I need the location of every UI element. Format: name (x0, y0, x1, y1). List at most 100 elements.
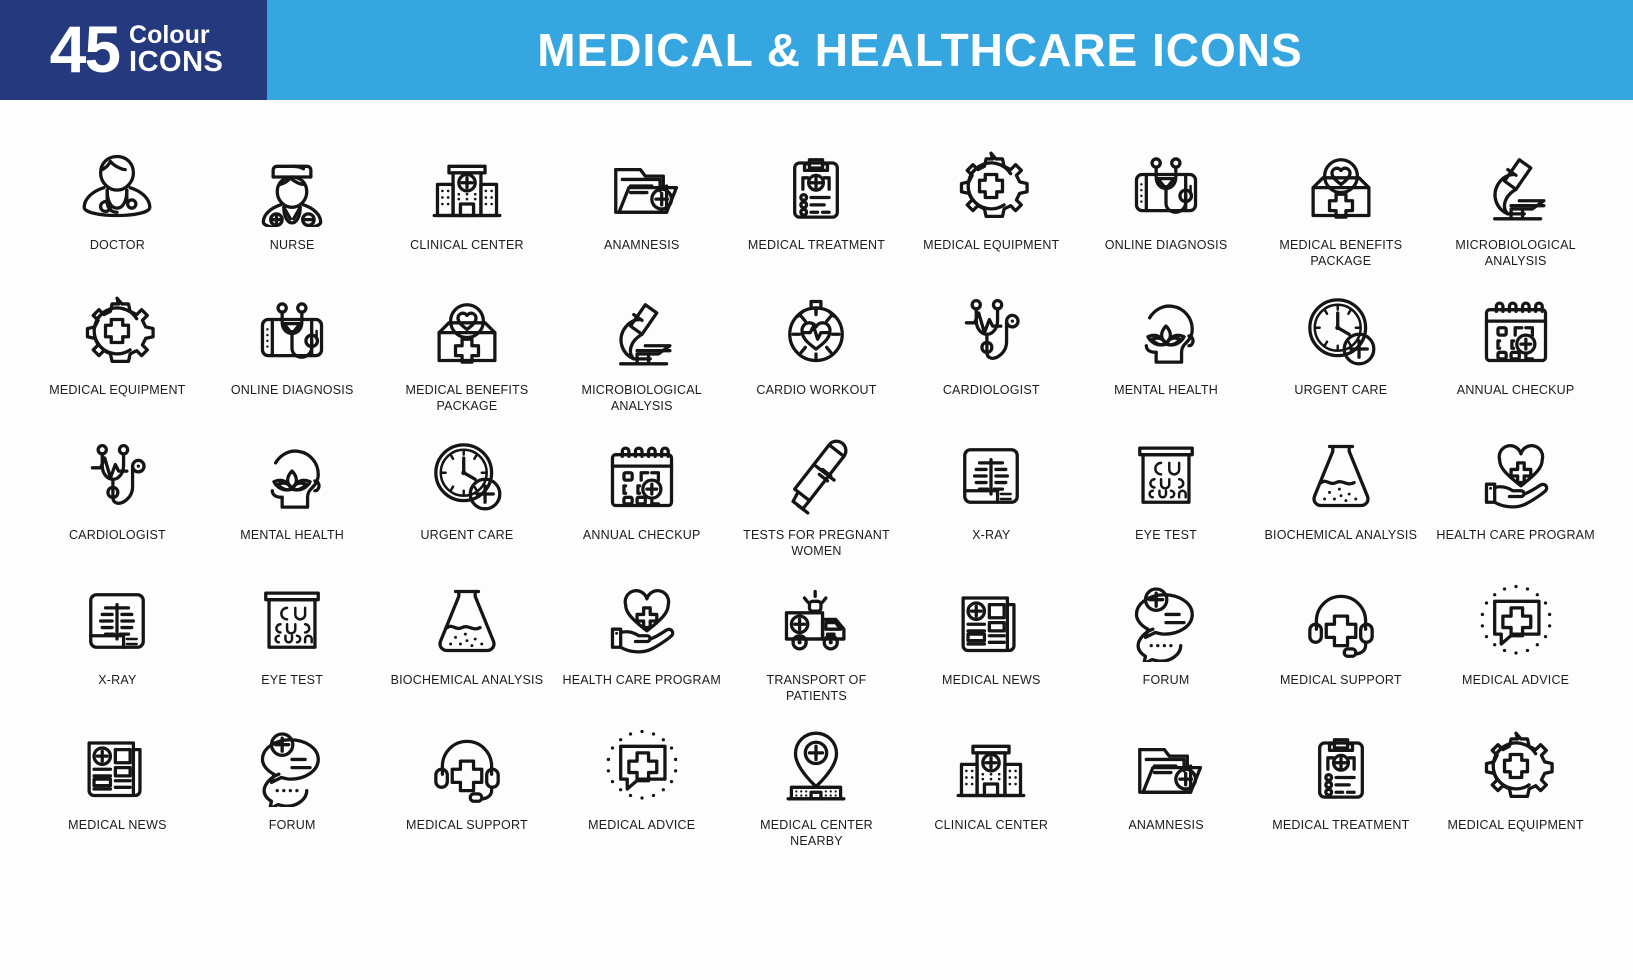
flask-icon (1295, 430, 1387, 522)
icon-label: ANAMNESIS (604, 238, 680, 252)
icon-label: CLINICAL CENTER (934, 818, 1049, 832)
icon-label: MEDICAL ADVICE (588, 818, 696, 832)
icon-label: HEALTH CARE PROGRAM (562, 673, 721, 687)
icon-cell[interactable]: CLINICAL CENTER (380, 140, 555, 285)
badge-icons-label: ICONS (129, 46, 224, 78)
icon-cell[interactable]: MEDICAL NEWS (30, 720, 205, 865)
stopwatch-heart-icon (770, 285, 862, 377)
headset-icon (1295, 575, 1387, 667)
icon-cell[interactable]: MEDICAL EQUIPMENT (30, 285, 205, 430)
icon-cell[interactable]: MICROBIOLOGICAL ANALYSIS (554, 285, 729, 430)
icon-cell[interactable]: URGENT CARE (380, 430, 555, 575)
icon-label: MEDICAL EQUIPMENT (1447, 818, 1584, 832)
badge-colour-label: Colour (129, 21, 210, 49)
eye-chart-icon (246, 575, 338, 667)
icon-sheet-page: 45 Colour ICONS MEDICAL & HEALTHCARE ICO… (0, 0, 1633, 980)
icon-cell[interactable]: MENTAL HEALTH (1079, 285, 1254, 430)
icon-label: BIOCHEMICAL ANALYSIS (390, 673, 544, 687)
icon-cell[interactable]: HEALTH CARE PROGRAM (554, 575, 729, 720)
icon-label: MEDICAL CENTER NEARBY (760, 818, 873, 848)
icon-cell[interactable]: EYE TEST (205, 575, 380, 720)
icon-cell[interactable]: MEDICAL EQUIPMENT (1428, 720, 1603, 865)
head-lotus-icon (246, 430, 338, 522)
icon-label: EYE TEST (1135, 528, 1197, 542)
icon-cell[interactable]: FORUM (1079, 575, 1254, 720)
icon-label: MEDICAL BENEFITS PACKAGE (405, 383, 529, 413)
icon-cell[interactable]: ANNUAL CHECKUP (1428, 285, 1603, 430)
icon-cell[interactable]: MEDICAL CENTER NEARBY (729, 720, 904, 865)
hospital-building-icon (421, 140, 513, 232)
icon-cell[interactable]: CLINICAL CENTER (904, 720, 1079, 865)
icon-label: CLINICAL CENTER (410, 238, 524, 252)
count-badge: 45 Colour ICONS (0, 0, 267, 100)
doctor-icon (71, 140, 163, 232)
icon-label: MENTAL HEALTH (240, 528, 345, 542)
flask-icon (421, 575, 513, 667)
phone-stethoscope-icon (1120, 140, 1212, 232)
icon-cell[interactable]: MEDICAL ADVICE (554, 720, 729, 865)
clipboard-checklist-icon (770, 140, 862, 232)
icon-cell[interactable]: MEDICAL TREATMENT (1253, 720, 1428, 865)
icon-cell[interactable]: DOCTOR (30, 140, 205, 285)
icon-cell[interactable]: ONLINE DIAGNOSIS (205, 285, 380, 430)
map-pin-hospital-icon (770, 720, 862, 812)
chat-cross-dotted-icon (1470, 575, 1562, 667)
clock-plus-icon (421, 430, 513, 522)
icon-label: ANNUAL CHECKUP (582, 528, 701, 542)
icon-cell[interactable]: HEALTH CARE PROGRAM (1428, 430, 1603, 575)
icon-cell[interactable]: MEDICAL SUPPORT (380, 720, 555, 865)
icon-cell[interactable]: TESTS FOR PREGNANT WOMEN (729, 430, 904, 575)
icon-label: DOCTOR (89, 238, 145, 252)
icon-cell[interactable]: MICROBIOLOGICAL ANALYSIS (1428, 140, 1603, 285)
icon-cell[interactable]: MEDICAL NEWS (904, 575, 1079, 720)
icon-cell[interactable]: MEDICAL SUPPORT (1253, 575, 1428, 720)
icon-cell[interactable]: URGENT CARE (1253, 285, 1428, 430)
icon-cell[interactable]: BIOCHEMICAL ANALYSIS (1253, 430, 1428, 575)
icon-cell[interactable]: EYE TEST (1079, 430, 1254, 575)
medical-folder-icon (596, 140, 688, 232)
icon-cell[interactable]: MEDICAL EQUIPMENT (904, 140, 1079, 285)
icon-cell[interactable]: ANAMNESIS (554, 140, 729, 285)
icon-label: URGENT CARE (1294, 383, 1388, 397)
hospital-building-icon (945, 720, 1037, 812)
icon-label: CARDIO WORKOUT (756, 383, 877, 397)
icon-cell[interactable]: CARDIOLOGIST (30, 430, 205, 575)
icon-label: MEDICAL SUPPORT (406, 818, 528, 832)
icon-grid: DOCTOR NURSE CLINICAL CENTER ANAMNESIS M… (0, 100, 1633, 885)
icon-cell[interactable]: BIOCHEMICAL ANALYSIS (380, 575, 555, 720)
icon-cell[interactable]: MEDICAL ADVICE (1428, 575, 1603, 720)
icon-label: MEDICAL TREATMENT (747, 238, 886, 252)
icon-label: CARDIOLOGIST (942, 383, 1040, 397)
icon-cell[interactable]: MEDICAL BENEFITS PACKAGE (1253, 140, 1428, 285)
icon-label: MEDICAL NEWS (942, 673, 1041, 687)
icon-cell[interactable]: CARDIO WORKOUT (729, 285, 904, 430)
icon-cell[interactable]: NURSE (205, 140, 380, 285)
hand-heart-cross-icon (596, 575, 688, 667)
icon-cell[interactable]: ANAMNESIS (1079, 720, 1254, 865)
pregnancy-test-icon (770, 430, 862, 522)
icon-label: HEALTH CARE PROGRAM (1436, 528, 1595, 542)
ambulance-icon (770, 575, 862, 667)
chat-bubbles-icon (1120, 575, 1212, 667)
icon-label: ANNUAL CHECKUP (1456, 383, 1575, 397)
icon-cell[interactable]: MENTAL HEALTH (205, 430, 380, 575)
icon-cell[interactable]: MEDICAL BENEFITS PACKAGE (380, 285, 555, 430)
icon-cell[interactable]: X-RAY (30, 575, 205, 720)
icon-cell[interactable]: X-RAY (904, 430, 1079, 575)
icon-cell[interactable]: ONLINE DIAGNOSIS (1079, 140, 1254, 285)
badge-words: Colour ICONS (129, 23, 223, 77)
icon-label: MENTAL HEALTH (1114, 383, 1218, 397)
calendar-plus-icon (596, 430, 688, 522)
hand-heart-cross-icon (1470, 430, 1562, 522)
icon-cell[interactable]: FORUM (205, 720, 380, 865)
icon-label: MICROBIOLOGICAL ANALYSIS (581, 383, 702, 413)
icon-label: CARDIOLOGIST (68, 528, 166, 542)
headset-icon (421, 720, 513, 812)
icon-cell[interactable]: ANNUAL CHECKUP (554, 430, 729, 575)
box-heart-cross-icon (421, 285, 513, 377)
icon-cell[interactable]: CARDIOLOGIST (904, 285, 1079, 430)
icon-cell[interactable]: MEDICAL TREATMENT (729, 140, 904, 285)
icon-cell[interactable]: TRANSPORT OF PATIENTS (729, 575, 904, 720)
gear-cross-icon (71, 285, 163, 377)
icon-label: MEDICAL NEWS (68, 818, 167, 832)
